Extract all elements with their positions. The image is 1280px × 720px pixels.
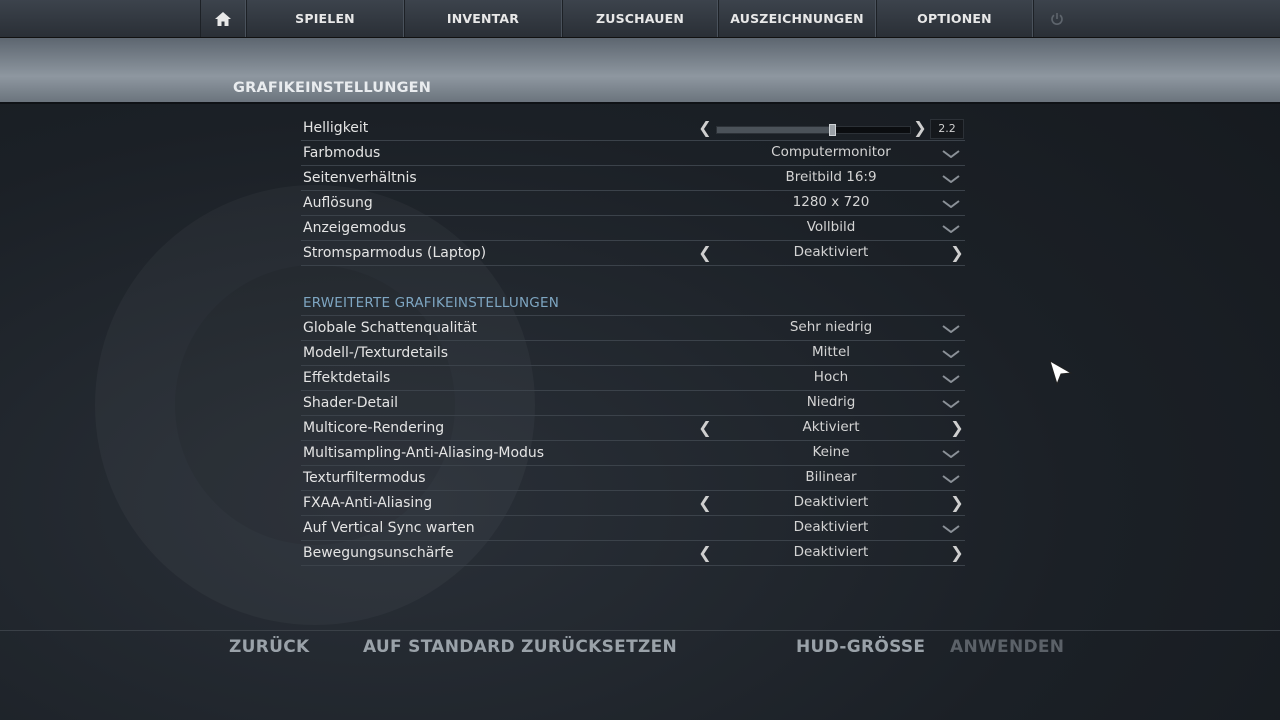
- advanced-section-title: ERWEITERTE GRAFIKEINSTELLUNGEN: [303, 295, 559, 311]
- setting-label: Globale Schattenqualität: [303, 320, 477, 336]
- chevron-down-icon[interactable]: [942, 375, 960, 383]
- setting-row-vsync[interactable]: Auf Vertical Sync warten Deaktiviert: [301, 516, 965, 541]
- setting-value: Hoch: [813, 369, 849, 385]
- setting-label: Seitenverhältnis: [303, 170, 417, 186]
- setting-row-schattenqualitaet[interactable]: Globale Schattenqualität Sehr niedrig: [301, 316, 965, 341]
- footer-divider: [0, 630, 1280, 631]
- slider-increase-arrow-icon[interactable]: ❯: [913, 118, 927, 137]
- slider-fill: [717, 127, 833, 133]
- setting-label: Stromsparmodus (Laptop): [303, 245, 487, 261]
- setting-row-aufloesung[interactable]: Auflösung 1280 x 720: [301, 191, 965, 216]
- setting-row-fxaa[interactable]: FXAA-Anti-Aliasing ❮ Deaktiviert ❯: [301, 491, 965, 516]
- setting-value: Mittel: [811, 344, 851, 360]
- reset-defaults-button[interactable]: AUF STANDARD ZURÜCKSETZEN: [363, 637, 677, 657]
- setting-label: Multicore-Rendering: [303, 420, 445, 436]
- brightness-slider[interactable]: [716, 124, 911, 136]
- toggle-right-arrow-icon[interactable]: ❯: [950, 493, 964, 512]
- setting-row-farbmodus[interactable]: Farbmodus Computermonitor: [301, 141, 965, 166]
- setting-value: Breitbild 16:9: [785, 169, 877, 185]
- chevron-down-icon[interactable]: [942, 450, 960, 458]
- nav-optionen[interactable]: OPTIONEN: [876, 0, 1033, 37]
- setting-row-texturdetails[interactable]: Modell-/Texturdetails Mittel: [301, 341, 965, 366]
- page-title: GRAFIKEINSTELLUNGEN: [233, 80, 432, 96]
- power-icon: [1050, 12, 1063, 25]
- nav-zuschauen[interactable]: ZUSCHAUEN: [562, 0, 718, 37]
- toggle-right-arrow-icon[interactable]: ❯: [950, 543, 964, 562]
- setting-value: Bilinear: [805, 469, 857, 485]
- top-navigation: SPIELEN INVENTAR ZUSCHAUEN AUSZEICHNUNGE…: [0, 0, 1280, 38]
- back-button[interactable]: ZURÜCK: [229, 637, 309, 657]
- setting-label: FXAA-Anti-Aliasing: [303, 495, 433, 511]
- setting-label: Farbmodus: [303, 145, 381, 161]
- setting-label: Anzeigemodus: [303, 220, 407, 236]
- nav-inventar[interactable]: INVENTAR: [404, 0, 562, 37]
- chevron-down-icon[interactable]: [942, 350, 960, 358]
- setting-label: Auflösung: [303, 195, 373, 211]
- nav-spielen[interactable]: SPIELEN: [246, 0, 404, 37]
- setting-label: Effektdetails: [303, 370, 391, 386]
- hud-size-button[interactable]: HUD-GRÖSSE: [796, 637, 925, 657]
- chevron-down-icon[interactable]: [942, 225, 960, 233]
- chevron-down-icon[interactable]: [942, 325, 960, 333]
- chevron-down-icon[interactable]: [942, 150, 960, 158]
- home-icon: [215, 11, 231, 26]
- setting-row-seitenverhaeltnis[interactable]: Seitenverhältnis Breitbild 16:9: [301, 166, 965, 191]
- chevron-down-icon[interactable]: [942, 400, 960, 408]
- chevron-down-icon[interactable]: [942, 525, 960, 533]
- setting-label: Helligkeit: [303, 120, 369, 136]
- setting-value: Sehr niedrig: [789, 319, 873, 335]
- setting-row-texturfiltermodus[interactable]: Texturfiltermodus Bilinear: [301, 466, 965, 491]
- apply-button[interactable]: ANWENDEN: [950, 637, 1064, 657]
- setting-value: Vollbild: [806, 219, 856, 235]
- toggle-right-arrow-icon[interactable]: ❯: [950, 418, 964, 437]
- power-button[interactable]: [1033, 0, 1079, 37]
- setting-value: Deaktiviert: [793, 544, 869, 560]
- setting-row-msaa[interactable]: Multisampling-Anti-Aliasing-Modus Keine: [301, 441, 965, 466]
- slider-value: 2.2: [930, 119, 964, 139]
- setting-label: Texturfiltermodus: [303, 470, 426, 486]
- slider-decrease-arrow-icon[interactable]: ❮: [698, 118, 712, 137]
- chevron-down-icon[interactable]: [942, 475, 960, 483]
- setting-row-helligkeit[interactable]: Helligkeit ❮ ❯ 2.2: [301, 116, 965, 141]
- slider-thumb[interactable]: [829, 124, 836, 136]
- setting-row-stromsparmodus[interactable]: Stromsparmodus (Laptop) ❮ Deaktiviert ❯: [301, 241, 965, 266]
- chevron-down-icon[interactable]: [942, 175, 960, 183]
- setting-value: Deaktiviert: [793, 494, 869, 510]
- setting-row-anzeigemodus[interactable]: Anzeigemodus Vollbild: [301, 216, 965, 241]
- header-band: [0, 38, 1280, 102]
- header-divider: [0, 102, 1280, 104]
- mouse-cursor-icon: [1049, 360, 1073, 386]
- setting-label: Auf Vertical Sync warten: [303, 520, 475, 536]
- setting-label: Multisampling-Anti-Aliasing-Modus: [303, 445, 545, 461]
- setting-value: Deaktiviert: [793, 244, 869, 260]
- setting-value: 1280 x 720: [792, 194, 870, 210]
- setting-value: Aktiviert: [802, 419, 860, 435]
- setting-label: Bewegungsunschärfe: [303, 545, 454, 561]
- setting-row-multicore-rendering[interactable]: Multicore-Rendering ❮ Aktiviert ❯: [301, 416, 965, 441]
- toggle-right-arrow-icon[interactable]: ❯: [950, 243, 964, 262]
- setting-value: Deaktiviert: [793, 519, 869, 535]
- nav-auszeichnungen[interactable]: AUSZEICHNUNGEN: [718, 0, 876, 37]
- setting-value: Niedrig: [806, 394, 856, 410]
- home-button[interactable]: [200, 0, 246, 37]
- setting-row-bewegungsunschaerfe[interactable]: Bewegungsunschärfe ❮ Deaktiviert ❯: [301, 541, 965, 566]
- setting-row-shader-detail[interactable]: Shader-Detail Niedrig: [301, 391, 965, 416]
- setting-row-effektdetails[interactable]: Effektdetails Hoch: [301, 366, 965, 391]
- chevron-down-icon[interactable]: [942, 200, 960, 208]
- setting-value: Computermonitor: [771, 144, 891, 160]
- setting-label: Modell-/Texturdetails: [303, 345, 449, 361]
- setting-label: Shader-Detail: [303, 395, 398, 411]
- setting-value: Keine: [812, 444, 850, 460]
